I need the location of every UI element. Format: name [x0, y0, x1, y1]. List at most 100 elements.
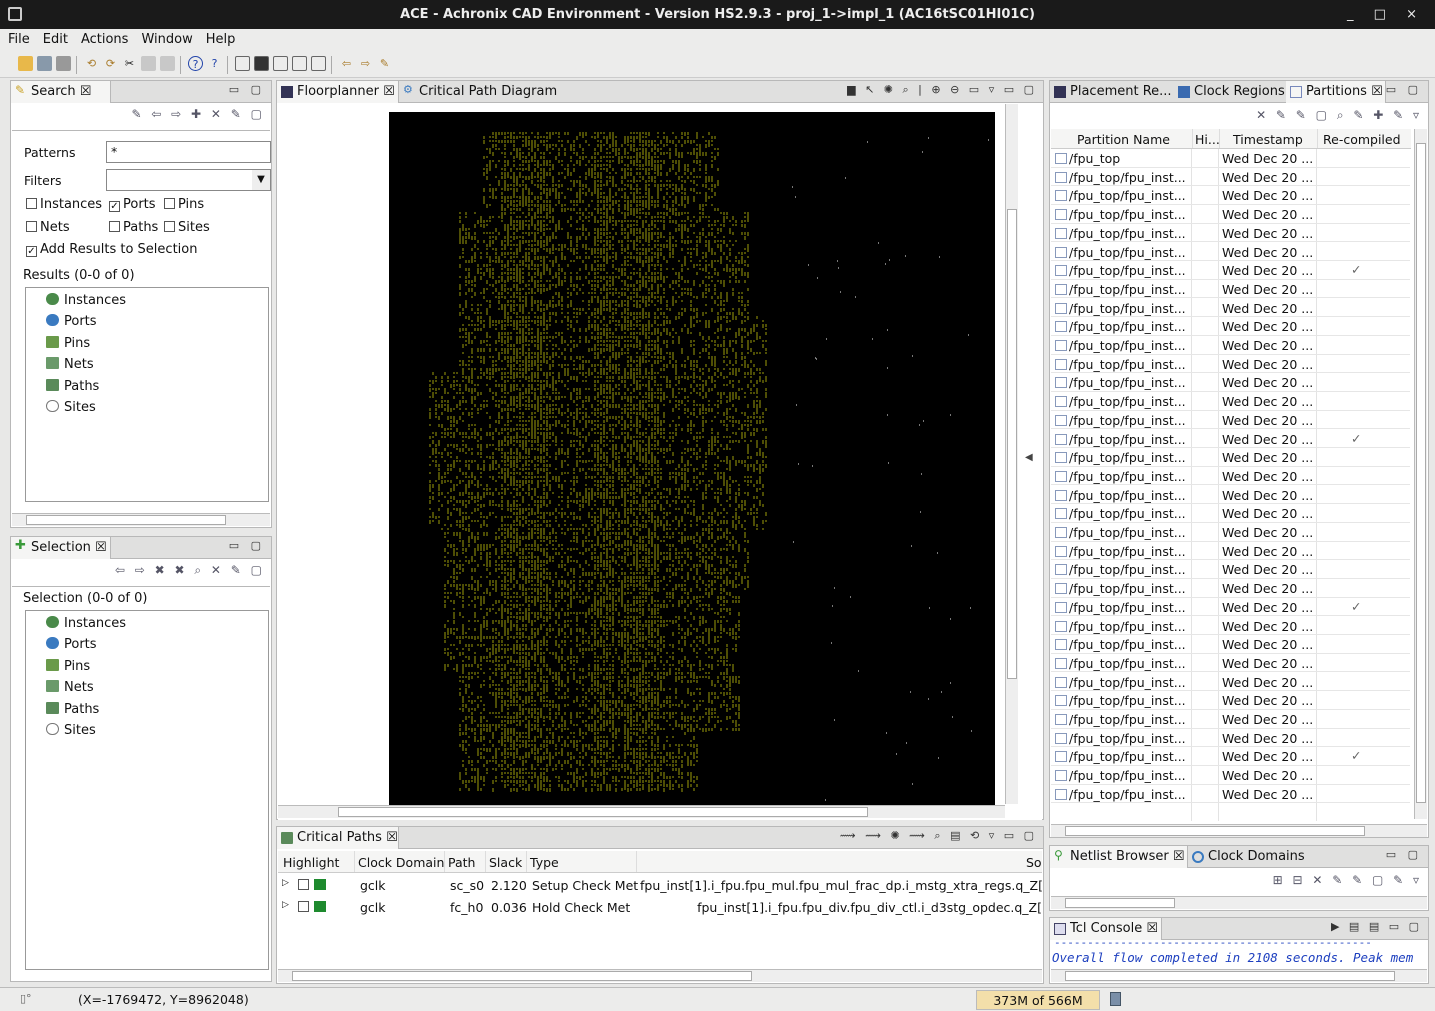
partitions-hscroll[interactable] — [1051, 824, 1427, 837]
tab-floorplanner[interactable]: Floorplanner ☒ — [277, 81, 399, 103]
tab-partitions[interactable]: Partitions ☒ — [1286, 81, 1386, 103]
tab-clock-domains[interactable]: Clock Domains — [1188, 846, 1311, 868]
selection-toolbar[interactable]: ⇦ ⇨ ✖ ✖ ⌕ ✕ ✎ ▢ — [115, 563, 265, 583]
checkbox-pins[interactable] — [164, 198, 175, 209]
partition-row[interactable]: /fpu_top/fpu_inst... Wed Dec 20 ... — [1051, 317, 1410, 336]
cb-instances[interactable]: Instances — [26, 197, 102, 212]
partition-row[interactable]: /fpu_top/fpu_inst... Wed Dec 20 ... — [1051, 373, 1410, 392]
partition-row[interactable]: /fpu_top/fpu_inst... Wed Dec 20 ... ✓ — [1051, 430, 1410, 449]
partition-row[interactable]: /fpu_top/fpu_inst... Wed Dec 20 ... — [1051, 579, 1410, 598]
cb-pins[interactable]: Pins — [164, 197, 204, 212]
col-type[interactable]: Type — [530, 855, 559, 870]
checkbox-add[interactable]: ✓ — [26, 246, 37, 257]
tree-item-pins[interactable]: Pins — [46, 336, 90, 356]
layout-icon-1[interactable] — [235, 56, 250, 71]
partition-row[interactable]: /fpu_top/fpu_inst... Wed Dec 20 ... — [1051, 691, 1410, 710]
layout-icon-5[interactable] — [311, 56, 326, 71]
partition-row[interactable]: /fpu_top/fpu_inst... Wed Dec 20 ... — [1051, 654, 1410, 673]
tree-item-sites[interactable]: Sites — [46, 723, 96, 743]
partition-row[interactable]: /fpu_top/fpu_inst... Wed Dec 20 ... — [1051, 299, 1410, 318]
highlight-swatch[interactable] — [314, 901, 326, 912]
highlight-swatch[interactable] — [314, 879, 326, 890]
partition-row[interactable]: /fpu_top/fpu_inst... Wed Dec 20 ... — [1051, 448, 1410, 467]
chevron-down-icon[interactable]: ▼ — [252, 170, 270, 190]
forward-icon[interactable]: ⇨ — [358, 56, 373, 71]
cb-nets[interactable]: Nets — [26, 220, 70, 235]
partition-row[interactable]: /fpu_top/fpu_inst... Wed Dec 20 ... — [1051, 467, 1410, 486]
redo-icon[interactable]: ⟳ — [103, 56, 118, 71]
partition-row[interactable]: /fpu_top/fpu_inst... Wed Dec 20 ... — [1051, 392, 1410, 411]
partition-row[interactable]: /fpu_top/fpu_inst... Wed Dec 20 ... — [1051, 673, 1410, 692]
col-partition-name[interactable]: Partition Name — [1077, 132, 1170, 147]
checkbox-nets[interactable] — [26, 221, 37, 232]
menu-actions[interactable]: Actions — [73, 29, 134, 47]
tab-critical-paths[interactable]: Critical Paths ☒ — [277, 827, 399, 849]
checkbox-sites[interactable] — [164, 221, 175, 232]
partition-row[interactable]: /fpu_top/fpu_inst... Wed Dec 20 ... — [1051, 504, 1410, 523]
col-source[interactable]: Sou — [1026, 855, 1042, 870]
help-icon[interactable]: ? — [188, 56, 203, 71]
col-clock-domain[interactable]: Clock Domain — [358, 855, 444, 870]
floorplanner-hscroll[interactable] — [278, 805, 1005, 818]
partition-row[interactable]: /fpu_top/fpu_inst... Wed Dec 20 ... — [1051, 486, 1410, 505]
partition-row[interactable]: /fpu_top/fpu_inst... Wed Dec 20 ... — [1051, 336, 1410, 355]
menu-help[interactable]: Help — [198, 29, 241, 47]
tree-item-instances[interactable]: Instances — [46, 293, 126, 313]
critical-path-row[interactable]: ▷ gclk sc_s0 2.120 Setup Check Met fpu_i… — [278, 874, 1042, 896]
tab-placement-report[interactable]: Placement Re... — [1050, 81, 1178, 103]
partitions-toolbar[interactable]: ✕ ✎ ✎ ▢ ⌕ ✎ ✚ ✎ ▿ — [1256, 108, 1422, 128]
menu-window[interactable]: Window — [133, 29, 197, 47]
cb-sites[interactable]: Sites — [164, 220, 210, 235]
tree-item-paths[interactable]: Paths — [46, 379, 99, 399]
tab-selection[interactable]: ✚ Selection ☒ — [11, 537, 111, 559]
search-minmax[interactable]: ▭ ▢ — [229, 83, 265, 96]
expand-icon[interactable]: ▷ — [282, 878, 289, 888]
menu-file[interactable]: File — [0, 29, 35, 47]
paste-icon[interactable] — [160, 56, 175, 71]
partition-row[interactable]: /fpu_top/fpu_inst... Wed Dec 20 ... ✓ — [1051, 261, 1410, 280]
save-icon[interactable] — [37, 56, 52, 71]
tree-item-paths[interactable]: Paths — [46, 702, 99, 722]
layout-icon-2[interactable] — [254, 56, 269, 71]
tree-item-pins[interactable]: Pins — [46, 659, 90, 679]
critical-paths-toolbar[interactable]: ⟿ ⟿ ✺ ⟿ ⌕ ▤ ⟲ ▿ ▭ ▢ — [840, 829, 1037, 843]
expand-icon[interactable]: ▷ — [282, 900, 289, 910]
partition-row[interactable]: /fpu_top/fpu_inst... Wed Dec 20 ... — [1051, 168, 1410, 187]
patterns-input[interactable]: * — [106, 141, 271, 163]
collapse-left-icon[interactable]: ◀ — [1025, 452, 1033, 463]
layout-icon-4[interactable] — [292, 56, 307, 71]
tab-search[interactable]: ✎ Search ☒ — [11, 81, 111, 103]
cb-add-results[interactable]: ✓ Add Results to Selection — [26, 242, 197, 257]
partition-row[interactable]: /fpu_top/fpu_inst... Wed Dec 20 ... — [1051, 635, 1410, 654]
layout-icon-3[interactable] — [273, 56, 288, 71]
tab-netlist-browser[interactable]: ⚲ Netlist Browser ☒ — [1050, 846, 1188, 868]
menu-edit[interactable]: Edit — [35, 29, 73, 47]
partition-row[interactable]: /fpu_top/fpu_inst... Wed Dec 20 ... — [1051, 542, 1410, 561]
filters-input[interactable]: ▼ — [106, 169, 271, 191]
search-toolbar[interactable]: ✎ ⇦ ⇨ ✚ ✕ ✎ ▢ — [131, 107, 265, 127]
checkbox-paths[interactable] — [109, 221, 120, 232]
col-hi[interactable]: Hi... — [1195, 132, 1220, 147]
tree-item-instances[interactable]: Instances — [46, 616, 126, 636]
floorplanner-vscroll[interactable] — [1005, 104, 1018, 804]
checkbox-instances[interactable] — [26, 198, 37, 209]
back-icon[interactable]: ⇦ — [339, 56, 354, 71]
tab-critical-path-diagram[interactable]: ⚙ Critical Path Diagram — [399, 81, 563, 103]
col-highlight[interactable]: Highlight — [283, 855, 339, 870]
netlist-hscroll[interactable] — [1051, 896, 1427, 909]
checkbox-ports[interactable]: ✓ — [109, 201, 120, 212]
col-slack[interactable]: Slack — [489, 855, 522, 870]
tree-item-ports[interactable]: Ports — [46, 637, 97, 657]
fastview-icon[interactable]: ▯° — [20, 992, 32, 1005]
tcl-toolbar[interactable]: ▶ ▤ ▤ ▭ ▢ — [1331, 920, 1422, 933]
netlist-toolbar[interactable]: ⊞ ⊟ ✕ ✎ ✎ ▢ ✎ ▿ — [1273, 873, 1422, 893]
partition-row[interactable]: /fpu_top/fpu_inst... Wed Dec 20 ... — [1051, 617, 1410, 636]
highlight-checkbox[interactable] — [298, 901, 309, 912]
partition-row[interactable]: /fpu_top/fpu_inst... Wed Dec 20 ... ✓ — [1051, 747, 1410, 766]
window-controls[interactable]: _ □ × — [1347, 7, 1425, 22]
tab-tcl-console[interactable]: Tcl Console ☒ — [1050, 918, 1162, 940]
partitions-minmax[interactable]: ▭ ▢ — [1386, 83, 1422, 96]
partition-row[interactable]: /fpu_top/fpu_inst... Wed Dec 20 ... — [1051, 205, 1410, 224]
tcl-hscroll[interactable] — [1051, 969, 1427, 982]
tree-item-nets[interactable]: Nets — [46, 357, 94, 377]
